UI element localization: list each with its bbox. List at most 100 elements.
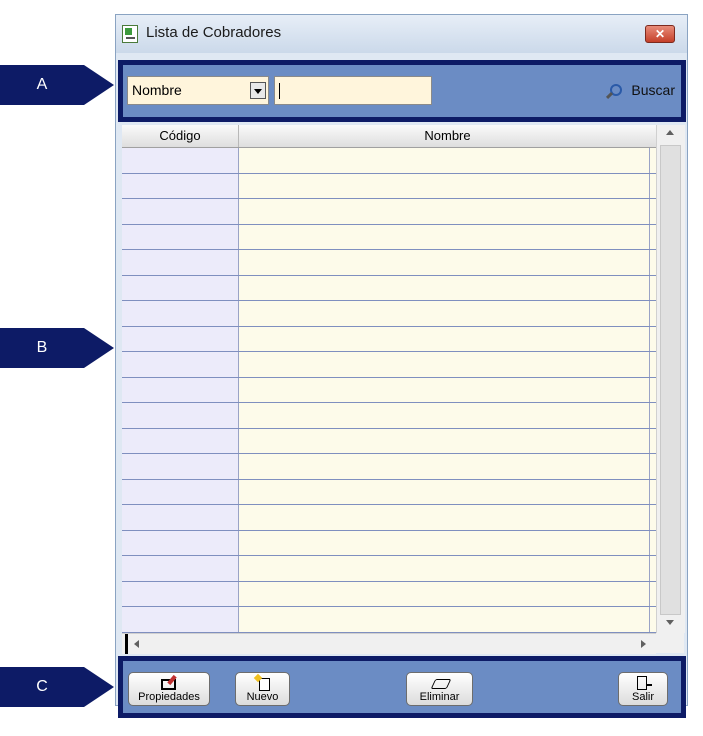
cell-nombre[interactable]	[239, 250, 650, 275]
close-button[interactable]: ✕	[645, 25, 675, 43]
cell-nombre[interactable]	[239, 301, 650, 326]
table-row[interactable]	[122, 556, 656, 582]
table-row[interactable]	[122, 250, 656, 276]
table-row[interactable]	[122, 454, 656, 480]
cell-nombre[interactable]	[239, 148, 650, 173]
column-header-codigo[interactable]: Código	[122, 125, 239, 147]
cell-codigo[interactable]	[122, 403, 239, 428]
chevron-down-icon[interactable]	[250, 82, 266, 99]
cell-nombre[interactable]	[239, 275, 650, 300]
scroll-left-icon[interactable]	[134, 640, 139, 648]
table-row[interactable]	[122, 148, 656, 174]
cell-codigo[interactable]	[122, 275, 239, 300]
search-bar-frame: Nombre Buscar	[118, 60, 686, 122]
callout-a-arrow	[84, 65, 114, 105]
title-bar[interactable]: Lista de Cobradores ✕	[116, 15, 687, 53]
table-row[interactable]	[122, 581, 656, 607]
search-icon	[605, 83, 623, 99]
cell-codigo[interactable]	[122, 352, 239, 377]
column-header-nombre[interactable]: Nombre	[239, 125, 656, 147]
table-row[interactable]	[122, 403, 656, 429]
grid-rows	[122, 148, 656, 633]
table-row[interactable]	[122, 352, 656, 378]
scroll-up-icon[interactable]	[666, 130, 674, 135]
cell-nombre[interactable]	[239, 224, 650, 249]
eraser-icon	[430, 675, 450, 691]
search-input[interactable]	[274, 76, 432, 105]
table-row[interactable]	[122, 301, 656, 327]
table-row[interactable]	[122, 326, 656, 352]
search-field-select-value: Nombre	[132, 82, 182, 98]
table-row[interactable]	[122, 173, 656, 199]
callout-b-label: B	[0, 328, 84, 368]
cell-nombre[interactable]	[239, 403, 650, 428]
app-list-icon	[122, 25, 138, 43]
table-row[interactable]	[122, 479, 656, 505]
propiedades-button-label: Propiedades	[138, 691, 200, 703]
new-document-icon	[253, 675, 273, 691]
table-row[interactable]	[122, 607, 656, 633]
cell-codigo[interactable]	[122, 377, 239, 402]
grid-header: Código Nombre	[122, 125, 656, 148]
table-row[interactable]	[122, 428, 656, 454]
cell-codigo[interactable]	[122, 607, 239, 632]
search-button-label: Buscar	[631, 82, 675, 98]
cell-nombre[interactable]	[239, 479, 650, 504]
cell-codigo[interactable]	[122, 556, 239, 581]
search-button[interactable]: Buscar	[605, 75, 675, 105]
cell-codigo[interactable]	[122, 454, 239, 479]
callout-c-label: C	[0, 667, 84, 707]
cell-nombre[interactable]	[239, 326, 650, 351]
search-bar: Nombre Buscar	[123, 65, 681, 117]
text-caret	[279, 83, 280, 99]
vertical-scrollbar[interactable]	[656, 125, 685, 633]
cell-nombre[interactable]	[239, 199, 650, 224]
cell-codigo[interactable]	[122, 199, 239, 224]
cell-nombre[interactable]	[239, 505, 650, 530]
cell-nombre[interactable]	[239, 556, 650, 581]
callout-c-arrow	[84, 667, 114, 707]
cell-nombre[interactable]	[239, 607, 650, 632]
search-field-select[interactable]: Nombre	[127, 76, 269, 105]
scrollbar-corner	[656, 633, 684, 653]
salir-button[interactable]: Salir	[618, 672, 668, 706]
callout-a-label: A	[0, 65, 84, 105]
nuevo-button-label: Nuevo	[246, 691, 279, 703]
cell-codigo[interactable]	[122, 250, 239, 275]
cell-codigo[interactable]	[122, 505, 239, 530]
vertical-scroll-thumb[interactable]	[660, 145, 681, 615]
eliminar-button-label: Eliminar	[419, 691, 460, 703]
salir-button-label: Salir	[631, 691, 654, 703]
cobradores-grid[interactable]: Código Nombre	[122, 125, 685, 654]
table-row[interactable]	[122, 530, 656, 556]
cell-nombre[interactable]	[239, 352, 650, 377]
cell-codigo[interactable]	[122, 581, 239, 606]
callout-b-arrow	[84, 328, 114, 368]
cell-codigo[interactable]	[122, 428, 239, 453]
cell-codigo[interactable]	[122, 479, 239, 504]
cell-nombre[interactable]	[239, 173, 650, 198]
scroll-down-icon[interactable]	[666, 620, 674, 625]
cell-codigo[interactable]	[122, 301, 239, 326]
table-row[interactable]	[122, 275, 656, 301]
cell-nombre[interactable]	[239, 377, 650, 402]
cell-nombre[interactable]	[239, 454, 650, 479]
table-row[interactable]	[122, 505, 656, 531]
horizontal-scrollbar[interactable]	[122, 633, 656, 654]
table-row[interactable]	[122, 199, 656, 225]
cell-codigo[interactable]	[122, 530, 239, 555]
exit-door-icon	[633, 675, 653, 691]
cell-nombre[interactable]	[239, 530, 650, 555]
propiedades-button[interactable]: Propiedades	[128, 672, 210, 706]
cell-codigo[interactable]	[122, 173, 239, 198]
table-row[interactable]	[122, 377, 656, 403]
table-row[interactable]	[122, 224, 656, 250]
cell-nombre[interactable]	[239, 428, 650, 453]
nuevo-button[interactable]: Nuevo	[235, 672, 290, 706]
cell-codigo[interactable]	[122, 326, 239, 351]
scroll-right-icon[interactable]	[641, 640, 646, 648]
cell-nombre[interactable]	[239, 581, 650, 606]
cell-codigo[interactable]	[122, 148, 239, 173]
cell-codigo[interactable]	[122, 224, 239, 249]
eliminar-button[interactable]: Eliminar	[406, 672, 473, 706]
